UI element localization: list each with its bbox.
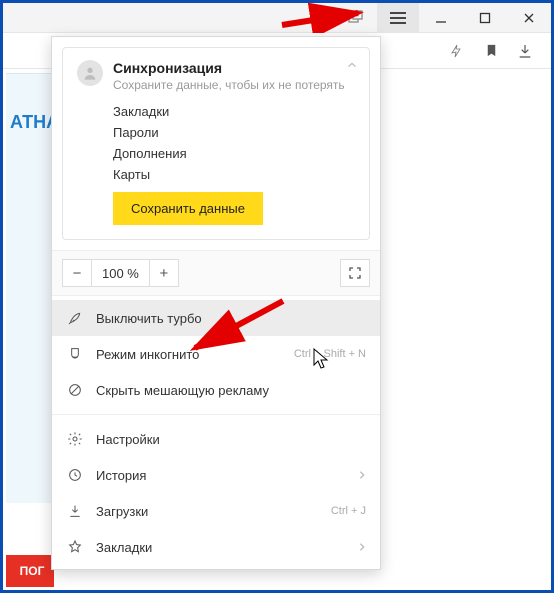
menu-item-label: Скрыть мешающую рекламу — [96, 383, 269, 398]
new-tab-button[interactable] — [335, 3, 377, 33]
main-menu-dropdown: Синхронизация Сохраните данные, чтобы их… — [51, 36, 381, 570]
chevron-right-icon — [358, 542, 366, 552]
menu-item-label: Режим инкогнито — [96, 347, 199, 362]
hamburger-icon — [390, 12, 406, 24]
main-menu-button[interactable] — [377, 3, 419, 33]
menu-item-label: Выключить турбо — [96, 311, 202, 326]
avatar-icon — [77, 60, 103, 86]
sync-save-button[interactable]: Сохранить данные — [113, 192, 263, 225]
history-icon — [66, 466, 84, 484]
cursor-icon — [313, 348, 331, 370]
turbo-indicator-icon[interactable] — [450, 43, 466, 59]
close-button[interactable] — [507, 3, 551, 33]
block-icon — [66, 381, 84, 399]
fullscreen-icon — [349, 267, 361, 279]
menu-item-label: Закладки — [96, 540, 152, 555]
menu-item-downloads[interactable]: Загрузки Ctrl + J — [52, 493, 380, 529]
bookmarks-toolbar-icon[interactable] — [484, 43, 499, 58]
menu-item-label: Настройки — [96, 432, 160, 447]
sync-link-bookmarks[interactable]: Закладки — [113, 104, 355, 119]
star-icon — [66, 538, 84, 556]
menu-item-hide-ads[interactable]: Скрыть мешающую рекламу — [52, 372, 380, 408]
collapse-icon[interactable] — [347, 60, 357, 70]
minimize-button[interactable] — [419, 3, 463, 33]
menu-item-label: Загрузки — [96, 504, 148, 519]
zoom-row: − 100 % + — [52, 250, 380, 296]
zoom-in-button[interactable]: + — [149, 259, 179, 287]
sync-link-cards[interactable]: Карты — [113, 167, 355, 182]
sync-card: Синхронизация Сохраните данные, чтобы их… — [62, 47, 370, 240]
maximize-button[interactable] — [463, 3, 507, 33]
menu-divider — [52, 414, 380, 415]
sync-subtitle: Сохраните данные, чтобы их не потерять — [113, 78, 345, 92]
window-titlebar — [3, 3, 551, 33]
zoom-out-button[interactable]: − — [62, 259, 92, 287]
downloads-toolbar-icon[interactable] — [517, 43, 533, 59]
menu-item-turbo[interactable]: Выключить турбо — [52, 300, 380, 336]
menu-item-bookmarks[interactable]: Закладки — [52, 529, 380, 565]
menu-item-history[interactable]: История — [52, 457, 380, 493]
chevron-right-icon — [358, 470, 366, 480]
sync-link-passwords[interactable]: Пароли — [113, 125, 355, 140]
rocket-icon — [66, 309, 84, 327]
download-icon — [66, 502, 84, 520]
sync-title: Синхронизация — [113, 60, 345, 76]
menu-item-settings[interactable]: Настройки — [52, 421, 380, 457]
incognito-icon — [66, 345, 84, 363]
gear-icon — [66, 430, 84, 448]
menu-item-label: История — [96, 468, 146, 483]
page-red-block: ПОГ — [6, 555, 54, 587]
shortcut-text: Ctrl + J — [331, 505, 366, 517]
fullscreen-button[interactable] — [340, 259, 370, 287]
sync-link-addons[interactable]: Дополнения — [113, 146, 355, 161]
zoom-value: 100 % — [92, 259, 149, 287]
